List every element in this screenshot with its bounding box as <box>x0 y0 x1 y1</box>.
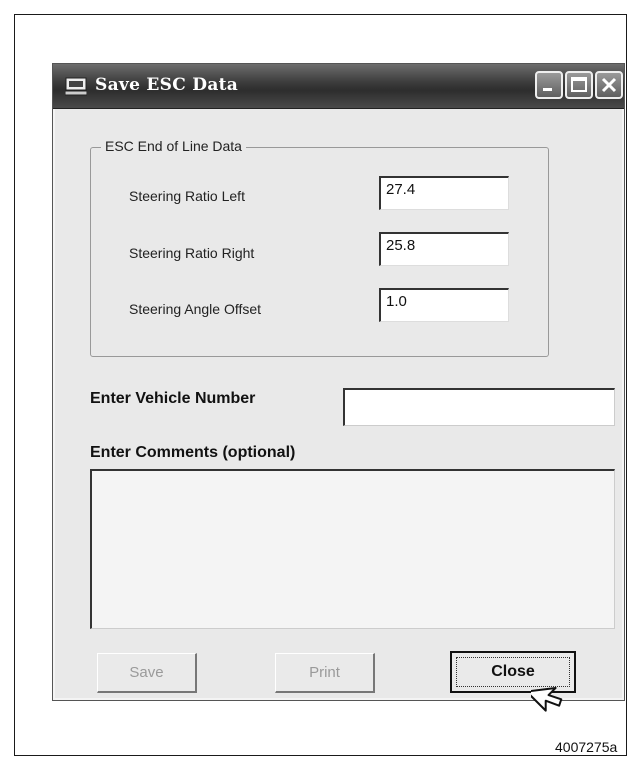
print-button[interactable]: Print <box>275 653 375 693</box>
comments-textarea[interactable] <box>90 469 615 629</box>
esc-data-group: ESC End of Line Data Steering Ratio Left… <box>90 138 549 357</box>
close-icon <box>601 77 617 93</box>
steering-angle-offset-label: Steering Angle Offset <box>129 301 262 317</box>
steering-ratio-left-label: Steering Ratio Left <box>129 188 245 204</box>
maximize-button[interactable] <box>565 71 593 99</box>
vehicle-number-input[interactable] <box>343 388 615 426</box>
minimize-icon <box>543 88 552 91</box>
figure-caption: 4007275a <box>555 739 618 755</box>
group-legend: ESC End of Line Data <box>101 138 246 154</box>
figure-frame: Save ESC Data ESC End of Line Data Steer… <box>14 14 627 756</box>
steering-ratio-right-field[interactable]: 25.8 <box>379 232 509 266</box>
save-button[interactable]: Save <box>97 653 197 693</box>
close-window-button[interactable] <box>595 71 623 99</box>
comments-label: Enter Comments (optional) <box>90 444 296 461</box>
window-title: Save ESC Data <box>95 75 239 95</box>
save-button-label: Save <box>129 664 164 681</box>
app-icon <box>65 77 87 96</box>
steering-ratio-right-label: Steering Ratio Right <box>129 245 255 261</box>
close-button-label: Close <box>491 663 535 680</box>
steering-ratio-left-field[interactable]: 27.4 <box>379 176 509 210</box>
maximize-icon <box>571 77 587 92</box>
vehicle-number-label: Enter Vehicle Number <box>90 390 256 407</box>
minimize-button[interactable] <box>535 71 563 99</box>
mouse-cursor-icon <box>531 686 563 712</box>
title-bar[interactable]: Save ESC Data <box>53 64 624 109</box>
print-button-label: Print <box>309 664 340 681</box>
steering-angle-offset-field[interactable]: 1.0 <box>379 288 509 322</box>
save-esc-data-dialog: Save ESC Data ESC End of Line Data Steer… <box>52 63 625 712</box>
